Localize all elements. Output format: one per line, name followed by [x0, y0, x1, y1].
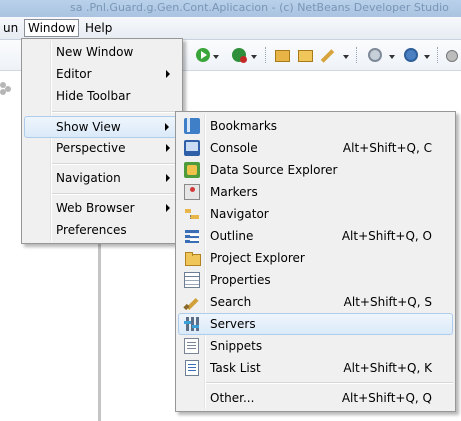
- menu-separator: [52, 111, 180, 113]
- submenu-arrow-icon: [166, 174, 170, 182]
- menu-item-label: Navigation: [56, 171, 121, 185]
- menu-item-navigator[interactable]: Navigator: [178, 203, 453, 225]
- menu-item-label: Hide Toolbar: [56, 89, 131, 103]
- stop-icon[interactable]: [446, 50, 458, 62]
- menu-item-label: Search: [210, 295, 252, 309]
- debug-dropdown-icon[interactable]: [251, 55, 257, 59]
- toolbar-separator: [265, 47, 267, 63]
- submenu-arrow-icon: [166, 204, 170, 212]
- debug-icon[interactable]: [232, 48, 247, 63]
- menu-item-data-source-explorer[interactable]: Data Source Explorer: [178, 159, 453, 181]
- view-icon: [0, 82, 14, 95]
- menu-item-shortcut: Alt+Shift+Q, S: [343, 295, 432, 309]
- edit-dropdown-icon[interactable]: [343, 55, 349, 59]
- menu-separator: [52, 163, 180, 165]
- run-icon[interactable]: [196, 48, 210, 62]
- menu-item-show-view[interactable]: Show View: [24, 116, 180, 138]
- editor-divider[interactable]: [98, 240, 101, 421]
- menu-item-console[interactable]: Console Alt+Shift+Q, C: [178, 137, 453, 159]
- outline-icon: [184, 228, 200, 244]
- edit-icon[interactable]: [320, 49, 335, 63]
- menu-item-label: Preferences: [56, 223, 127, 237]
- open-folder-icon[interactable]: [275, 50, 290, 62]
- bookmarks-icon: [184, 118, 200, 134]
- menu-item-shortcut: Alt+Shift+Q, K: [343, 361, 432, 375]
- gear-dropdown-icon[interactable]: [389, 55, 395, 59]
- menu-item-hide-toolbar[interactable]: Hide Toolbar: [24, 85, 180, 107]
- menu-item-label: Markers: [210, 185, 258, 199]
- menu-item-label: Data Source Explorer: [210, 163, 338, 177]
- menu-item-label: Properties: [210, 273, 271, 287]
- folder-icon[interactable]: [298, 50, 313, 62]
- menu-item-label: Show View: [56, 120, 121, 134]
- menu-run[interactable]: un: [0, 20, 21, 36]
- menu-item-label: Servers: [210, 317, 256, 331]
- task-list-icon: [185, 360, 199, 376]
- window-title-bar: sa .Pnl.Guard.g.Gen.Cont.Aplicacion - (c…: [0, 0, 461, 17]
- menu-help[interactable]: Help: [82, 20, 115, 36]
- project-explorer-icon: [184, 250, 201, 266]
- menu-item-label: Project Explorer: [210, 251, 305, 265]
- menu-item-project-explorer[interactable]: Project Explorer: [178, 247, 453, 269]
- menu-item-snippets[interactable]: Snippets: [178, 335, 453, 357]
- menu-window[interactable]: Window: [24, 19, 80, 37]
- menu-item-web-browser[interactable]: Web Browser: [24, 197, 180, 219]
- menu-item-perspective[interactable]: Perspective: [24, 137, 180, 159]
- submenu-arrow-icon: [166, 144, 170, 152]
- console-icon: [184, 140, 200, 156]
- menu-item-label: Other...: [210, 391, 255, 405]
- menu-item-navigation[interactable]: Navigation: [24, 167, 180, 189]
- navigator-icon: [184, 206, 200, 222]
- window-menu: New Window Editor Hide Toolbar Show View…: [21, 38, 183, 244]
- menu-item-shortcut: Alt+Shift+Q, C: [342, 141, 432, 155]
- menu-item-search[interactable]: Search Alt+Shift+Q, S: [178, 291, 453, 313]
- search-icon: [184, 294, 200, 310]
- run-dropdown-icon[interactable]: [213, 55, 219, 59]
- menu-item-label: Task List: [210, 361, 261, 375]
- menu-item-servers[interactable]: Servers: [178, 313, 453, 335]
- menu-separator: [52, 193, 180, 195]
- menu-item-new-window[interactable]: New Window: [24, 41, 180, 63]
- menu-item-editor[interactable]: Editor: [24, 63, 180, 85]
- menu-item-properties[interactable]: Properties: [178, 269, 453, 291]
- menu-item-other[interactable]: Other... Alt+Shift+Q, Q: [178, 387, 453, 409]
- menu-item-label: Snippets: [210, 339, 263, 353]
- menu-item-shortcut: Alt+Shift+Q, Q: [341, 391, 432, 405]
- menu-item-label: Console: [210, 141, 258, 155]
- menu-item-label: Bookmarks: [210, 119, 278, 133]
- menu-item-outline[interactable]: Outline Alt+Shift+Q, O: [178, 225, 453, 247]
- menu-item-task-list[interactable]: Task List Alt+Shift+Q, K: [178, 357, 453, 379]
- submenu-arrow-icon: [166, 70, 170, 78]
- servers-icon: [184, 316, 200, 332]
- snippets-icon: [184, 338, 199, 354]
- data-source-explorer-icon: [184, 162, 200, 178]
- toolbar-separator: [437, 47, 439, 63]
- menu-item-label: Outline: [210, 229, 254, 243]
- window-title: sa .Pnl.Guard.g.Gen.Cont.Aplicacion - (c…: [70, 1, 449, 14]
- markers-icon: [184, 184, 200, 200]
- menu-bar: un Window Help: [0, 17, 461, 40]
- menu-item-preferences[interactable]: Preferences: [24, 219, 180, 241]
- menu-item-label: Navigator: [210, 207, 269, 221]
- menu-item-label: New Window: [56, 45, 134, 59]
- web-service-icon[interactable]: [404, 48, 418, 62]
- toolbar-separator: [356, 47, 358, 63]
- menu-item-shortcut: Alt+Shift+Q, O: [341, 229, 432, 243]
- menu-item-label: Web Browser: [56, 201, 135, 215]
- menu-separator: [206, 382, 453, 384]
- gear-icon[interactable]: [368, 48, 382, 62]
- menu-item-label: Editor: [56, 67, 92, 81]
- properties-icon: [184, 272, 200, 288]
- submenu-arrow-icon: [165, 123, 169, 131]
- show-view-menu: Bookmarks Console Alt+Shift+Q, C Data So…: [175, 111, 456, 412]
- menu-item-markers[interactable]: Markers: [178, 181, 453, 203]
- menu-item-bookmarks[interactable]: Bookmarks: [178, 115, 453, 137]
- web-service-dropdown-icon[interactable]: [424, 55, 430, 59]
- menu-item-label: Perspective: [56, 141, 126, 155]
